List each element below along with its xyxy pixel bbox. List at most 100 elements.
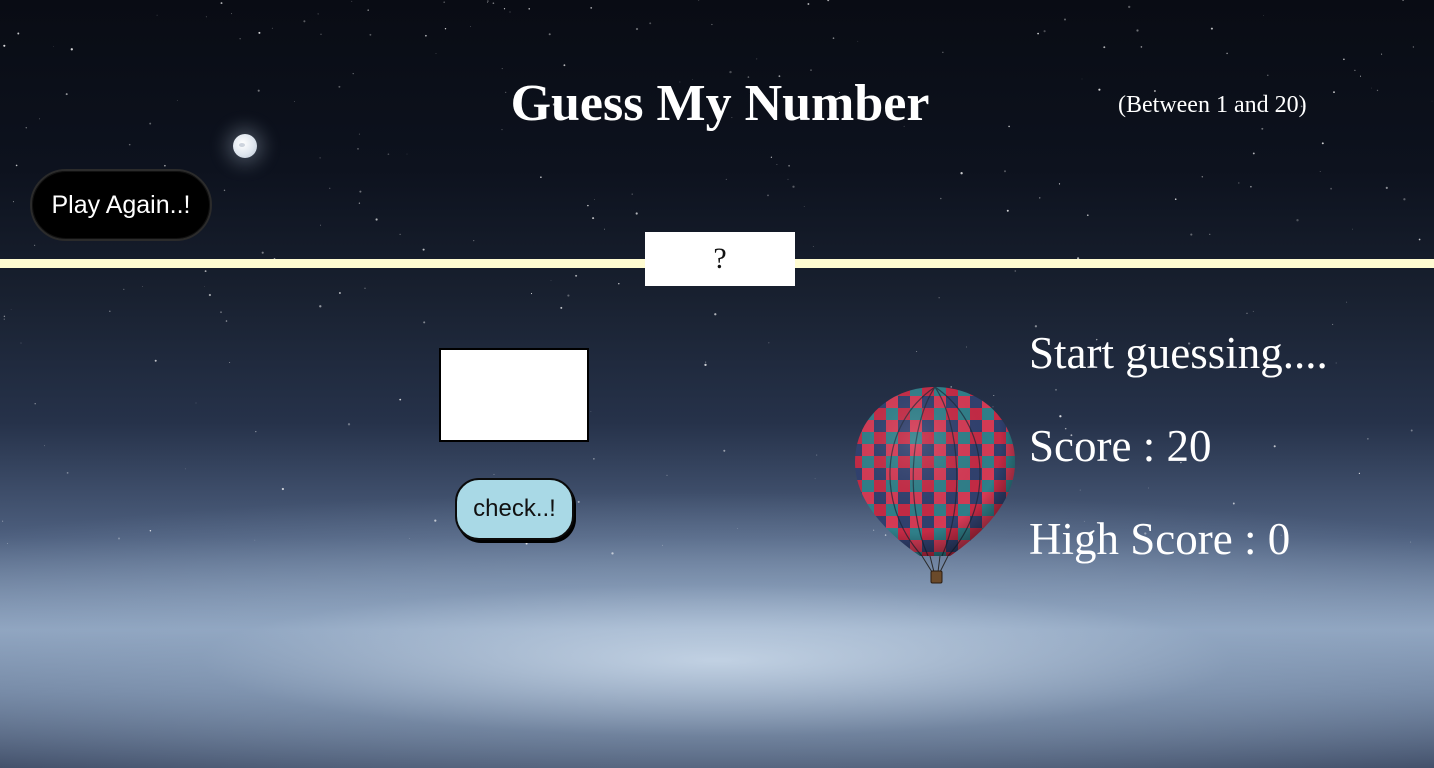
star: [810, 69, 812, 71]
check-button[interactable]: check..!: [455, 478, 574, 540]
star: [737, 528, 739, 529]
star: [1263, 15, 1264, 16]
star: [832, 37, 835, 39]
star: [364, 287, 366, 289]
star: [1252, 152, 1255, 155]
star: [807, 3, 810, 5]
star: [1319, 171, 1321, 172]
star: [812, 246, 814, 247]
star: [803, 206, 805, 207]
star: [435, 52, 437, 54]
star: [492, 2, 495, 5]
star: [239, 38, 241, 40]
star: [359, 190, 362, 193]
star: [635, 212, 638, 215]
star: [44, 445, 46, 447]
star: [540, 176, 542, 178]
star: [1410, 429, 1413, 432]
star: [938, 297, 940, 299]
star: [1410, 541, 1412, 543]
star: [814, 478, 816, 480]
star: [577, 500, 580, 503]
star: [501, 68, 503, 70]
star: [473, 240, 475, 242]
star: [3, 315, 6, 318]
star: [768, 342, 770, 344]
high-score-label: High Score : 0: [1029, 514, 1291, 564]
play-again-button[interactable]: Play Again..!: [30, 169, 212, 241]
star: [281, 487, 285, 491]
guess-input[interactable]: [439, 348, 589, 442]
star: [204, 286, 205, 287]
star: [567, 294, 570, 297]
star: [231, 13, 232, 15]
star: [611, 552, 614, 555]
star: [788, 164, 790, 167]
star: [319, 157, 321, 159]
star: [1232, 502, 1235, 505]
star: [787, 178, 789, 180]
star: [590, 411, 592, 412]
star: [631, 193, 633, 195]
star: [1252, 310, 1254, 312]
star: [1086, 214, 1089, 217]
star: [714, 313, 717, 316]
star: [1147, 487, 1149, 489]
star: [697, 0, 700, 1]
star: [319, 305, 322, 308]
star: [358, 133, 360, 135]
star: [1273, 445, 1276, 448]
star: [387, 153, 390, 156]
star: [261, 251, 264, 254]
star: [503, 8, 506, 10]
star: [470, 26, 471, 27]
star: [587, 204, 589, 207]
star: [149, 530, 152, 532]
star: [34, 402, 36, 405]
star: [367, 9, 369, 11]
star: [3, 318, 5, 320]
star: [34, 244, 36, 246]
star: [156, 14, 158, 16]
star: [1418, 238, 1421, 241]
star: [369, 33, 372, 36]
star: [649, 22, 652, 25]
star: [204, 270, 207, 273]
star: [966, 346, 967, 348]
star: [443, 1, 446, 4]
star: [1174, 198, 1177, 201]
star: [593, 458, 595, 460]
star: [154, 359, 157, 362]
star: [1226, 52, 1228, 55]
star: [704, 363, 707, 367]
star: [1136, 29, 1139, 32]
star: [7, 543, 8, 544]
star: [142, 286, 143, 287]
star: [1043, 30, 1046, 33]
star: [1412, 46, 1415, 48]
star: [1381, 53, 1383, 55]
star: [208, 293, 212, 297]
star: [1367, 438, 1369, 440]
star: [493, 473, 495, 475]
star: [525, 542, 528, 545]
star: [770, 156, 773, 158]
star: [1037, 32, 1039, 35]
star: [20, 342, 22, 344]
star: [70, 48, 73, 51]
star: [1209, 233, 1211, 235]
star: [767, 194, 769, 197]
star: [1402, 0, 1404, 2]
star: [164, 164, 166, 167]
star: [1014, 270, 1017, 272]
star: [17, 32, 20, 35]
star: [1321, 142, 1324, 145]
star: [509, 11, 511, 13]
star: [916, 350, 918, 353]
star: [725, 178, 727, 180]
star: [550, 280, 552, 281]
star: [1004, 170, 1006, 173]
star: [1296, 219, 1299, 222]
star: [12, 201, 14, 203]
star: [1343, 58, 1345, 61]
